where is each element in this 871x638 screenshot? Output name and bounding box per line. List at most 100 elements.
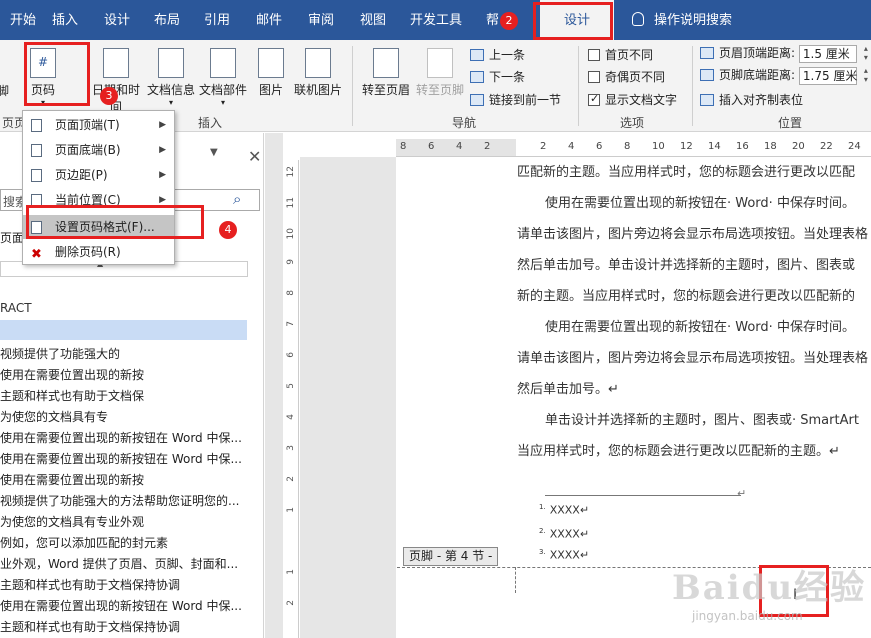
checkbox-box [588, 49, 600, 61]
nav-item[interactable]: 使用在需要位置出现的新按钮在 Word 中保... [0, 596, 248, 617]
tab-design[interactable]: 设计 [94, 0, 140, 40]
nav-heading-list: 视频提供了功能强大的 使用在需要位置出现的新按 主题和样式也有助于文档保 为使您… [0, 344, 248, 638]
ruler-number: 9 [286, 259, 296, 265]
tab-review[interactable]: 审阅 [298, 0, 344, 40]
pane-splitter[interactable] [265, 133, 283, 638]
ruler-number: 2 [286, 476, 296, 482]
menu-item-page-margins[interactable]: 页边距(P) ▶ [23, 163, 174, 187]
menu-item-remove-page-numbers[interactable]: ✖ 删除页码(R) [23, 240, 174, 264]
annotation-box-format-page-numbers [26, 205, 204, 239]
insert-alignment-tab-button[interactable]: 插入对齐制表位 [700, 91, 803, 108]
ruler-number: 12 [680, 141, 693, 152]
tab-references[interactable]: 引用 [194, 0, 240, 40]
previous-button[interactable]: 上一条 [470, 46, 525, 63]
ruler-number: 8 [286, 290, 296, 296]
ruler-number: 24 [848, 141, 861, 152]
link-to-previous-button[interactable]: 链接到前一节 [470, 91, 561, 108]
text-line: 使用在需要位置出现的新按钮在· Word· 中保存时间。 [545, 320, 855, 335]
close-icon[interactable]: ✕ [248, 147, 261, 166]
chevron-down-icon: ▾ [168, 98, 173, 107]
page-top-icon [31, 119, 42, 132]
online-picture-button[interactable]: 联机图片 [292, 48, 344, 98]
ruler-number: 2 [484, 141, 491, 152]
date-time-button[interactable]: 日期和时间 [90, 48, 142, 115]
text-line: 然后单击加号。↵ [517, 382, 619, 397]
different-first-page-checkbox[interactable]: 首页不同 [588, 46, 653, 63]
goto-footer-button[interactable]: 转至页脚 [414, 48, 466, 98]
document-gutter [300, 157, 396, 638]
tab-insert[interactable]: 插入 [42, 0, 88, 40]
nav-selected-item[interactable] [0, 320, 247, 340]
online-picture-icon [305, 48, 331, 78]
next-button[interactable]: 下一条 [470, 68, 525, 85]
nav-item[interactable]: 使用在需要位置出现的新按钮在 Word 中保... [0, 449, 248, 470]
nav-item[interactable]: 例如，您可以添加匹配的封元素 [0, 533, 248, 554]
divider [352, 46, 353, 126]
page-margins-icon [31, 169, 42, 182]
nav-item[interactable]: 业外观，Word 提供了页眉、页脚、封面和... [0, 554, 248, 575]
nav-item[interactable]: 视频提供了功能强大的方法帮助您证明您的... [0, 491, 248, 512]
nav-item[interactable]: 视频提供了功能强大的 [0, 344, 248, 365]
page-bottom-icon [31, 144, 42, 157]
show-document-text-checkbox[interactable]: 显示文档文字 [588, 91, 677, 108]
ruler-number: 20 [792, 141, 805, 152]
text-line: 使用在需要位置出现的新按钮在· Word· 中保存时间。 [545, 196, 855, 211]
nav-tab-pages[interactable]: 页面 [0, 229, 24, 246]
ruler-number: 14 [708, 141, 721, 152]
annotation-box-page-number [24, 42, 90, 106]
ruler-number: 8 [624, 141, 631, 152]
menu-item-bottom-of-page[interactable]: 页面底端(B) ▶ [23, 138, 174, 162]
footnote: 3. XXXX↵ [539, 548, 590, 562]
goto-header-button[interactable]: 转至页眉 [360, 48, 412, 98]
ruler-number: 1 [286, 507, 296, 513]
ruler-number: 2 [540, 141, 547, 152]
ruler-number: 12 [286, 166, 296, 178]
link-icon [470, 94, 484, 106]
pane-options-chevron[interactable]: ▼ [210, 147, 218, 158]
header-distance-input[interactable]: 1.5 厘米 [798, 44, 868, 63]
document-body[interactable]: 匹配新的主题。当应用样式时，您的标题会进行更改以匹配 使用在需要位置出现的新按钮… [517, 157, 871, 467]
footer-button-partial[interactable]: 脚 [0, 82, 12, 99]
nav-item[interactable]: 为使您的文档具有专业外观 [0, 512, 248, 533]
tab-view[interactable]: 视图 [350, 0, 396, 40]
nav-item[interactable]: 使用在需要位置出现的新按 [0, 470, 248, 491]
menu-item-top-of-page[interactable]: 页面顶端(T) ▶ [23, 113, 174, 137]
different-odd-even-checkbox[interactable]: 奇偶页不同 [588, 68, 665, 85]
document-parts-button[interactable]: 文档部件 ▾ [198, 48, 248, 107]
footer-section-label: 页脚 - 第 4 节 - [403, 547, 499, 566]
nav-item[interactable]: 主题和样式也有助于文档保持协调 [0, 617, 248, 638]
arrow-down-icon [470, 71, 484, 83]
document-info-button[interactable]: 文档信息 ▾ [146, 48, 196, 107]
group-label-insert: 插入 [198, 116, 223, 130]
annotation-box-design-tab [533, 2, 613, 40]
nav-item[interactable]: 主题和样式也有助于文档保 [0, 386, 248, 407]
nav-item[interactable]: 主题和样式也有助于文档保持协调 [0, 575, 248, 596]
ruler-number: 6 [596, 141, 603, 152]
ruler-number: 16 [736, 141, 749, 152]
page-number-menu: 页面顶端(T) ▶ 页面底端(B) ▶ 页边距(P) ▶ 当前位置(C) ▶ 设置页码格… [22, 110, 175, 265]
annotation-badge: 3 [100, 87, 118, 105]
nav-item[interactable]: 为使您的文档具有专 [0, 407, 248, 428]
search-icon[interactable]: ⌕ [233, 190, 241, 208]
horizontal-ruler[interactable]: 8 6 4 2 2 4 6 8 10 12 14 16 18 20 22 24 [396, 139, 871, 157]
chevron-right-icon: ▶ [159, 145, 166, 155]
text-line: 匹配新的主题。当应用样式时，您的标题会进行更改以匹配 [517, 165, 856, 180]
tab-developer[interactable]: 开发工具 [400, 0, 472, 40]
tab-layout[interactable]: 布局 [144, 0, 190, 40]
footer-margin-guide [515, 567, 516, 593]
ruler-number: 11 [286, 197, 296, 209]
text-line: 单击设计并选择新的主题时，图片、图表或· SmartArt [545, 413, 859, 428]
tell-me-search[interactable]: 操作说明搜索 [632, 0, 732, 40]
footer-distance-input[interactable]: 1.75 厘米 [798, 66, 868, 85]
nav-heading[interactable]: RACT [0, 301, 32, 315]
text-line: 新的主题。当应用样式时，您的标题会进行更改以匹配新的 [517, 289, 856, 304]
nav-item[interactable]: 使用在需要位置出现的新按 [0, 365, 248, 386]
picture-button[interactable]: 图片 [256, 48, 286, 98]
goto-header-icon [373, 48, 399, 78]
vertical-ruler[interactable]: 12 11 10 9 8 7 6 5 4 3 2 1 1 2 [283, 160, 299, 638]
nav-item[interactable]: 使用在需要位置出现的新按钮在 Word 中保... [0, 428, 248, 449]
header-distance-row: 页眉顶端距离: 1.5 厘米 [700, 44, 868, 63]
tab-home[interactable]: 开始 [0, 0, 46, 40]
tab-mailings[interactable]: 邮件 [246, 0, 292, 40]
header-distance-icon [700, 47, 714, 59]
